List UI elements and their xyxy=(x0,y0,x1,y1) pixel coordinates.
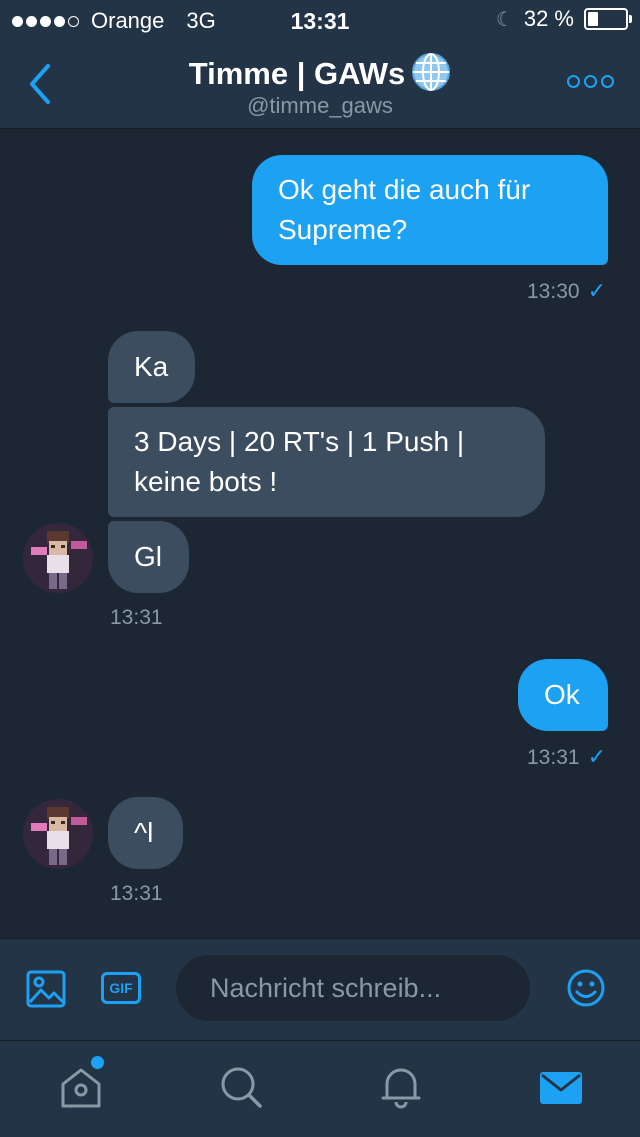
battery-icon xyxy=(584,8,632,30)
search-icon xyxy=(221,1067,262,1108)
message-bubble-received[interactable]: 3 Days | 20 RT's | 1 Push | keine bots ! xyxy=(108,407,545,517)
tab-notifications[interactable] xyxy=(378,1064,424,1115)
battery-percent: 32 % xyxy=(523,6,574,31)
message-bubble-received[interactable]: Ka xyxy=(108,331,195,403)
message-bubble-sent[interactable]: Ok geht die auch für Supreme? xyxy=(252,155,608,265)
status-bar: Orange 3G 13:31 ☾ 32 % xyxy=(0,0,640,40)
message-bubble-received[interactable]: ^l xyxy=(108,797,183,869)
avatar[interactable] xyxy=(23,523,93,593)
do-not-disturb-icon: ☾ xyxy=(495,8,514,31)
message-timestamp: 13:31 ✓ xyxy=(527,744,606,769)
avatar[interactable] xyxy=(23,799,93,869)
message-timestamp: 13:31 xyxy=(110,882,163,905)
more-options-button[interactable] xyxy=(567,75,614,88)
notification-dot xyxy=(89,1054,106,1071)
bell-icon xyxy=(381,1068,421,1109)
tab-home[interactable] xyxy=(58,1064,104,1115)
message-timestamp: 13:31 xyxy=(110,606,163,629)
emoji-button[interactable] xyxy=(566,968,606,1013)
tab-messages[interactable] xyxy=(538,1064,584,1115)
emoji-icon xyxy=(567,969,605,1007)
message-bubble-sent[interactable]: Ok xyxy=(518,659,608,731)
conversation-handle: @timme_gaws xyxy=(247,93,393,118)
sent-check-icon: ✓ xyxy=(587,278,606,303)
sent-check-icon: ✓ xyxy=(587,744,606,769)
tab-search[interactable] xyxy=(218,1064,264,1115)
message-timestamp: 13:30 ✓ xyxy=(527,278,606,303)
message-input[interactable]: Nachricht schreib... xyxy=(176,955,530,1021)
battery-status: ☾ 32 % xyxy=(495,6,632,32)
more-icon xyxy=(567,75,580,88)
gif-button[interactable]: GIF xyxy=(101,972,141,1004)
add-photo-button[interactable] xyxy=(26,970,66,1013)
photo-icon xyxy=(26,970,66,1008)
conversation-name: Timme | GAWs xyxy=(188,56,406,92)
mail-icon xyxy=(540,1072,582,1104)
message-bubble-received[interactable]: Gl xyxy=(108,521,189,593)
